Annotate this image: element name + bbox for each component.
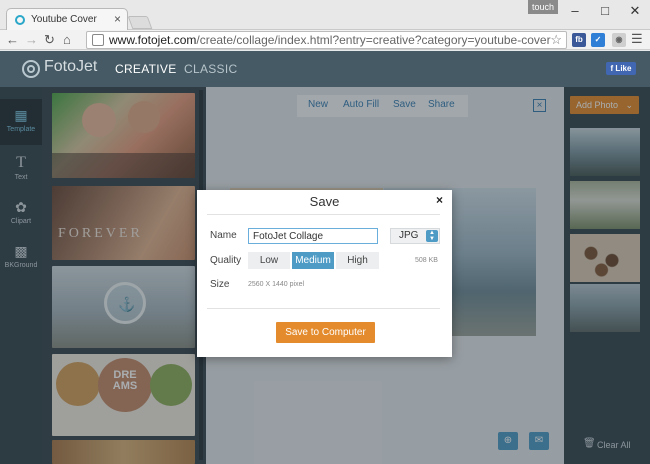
select-arrows-icon: ▲ ▼ — [426, 230, 438, 242]
tab-title: Youtube Cover — [31, 14, 97, 25]
divider — [207, 214, 440, 215]
file-size: 508 KB — [415, 257, 438, 264]
facebook-like-button[interactable]: f Like — [606, 62, 636, 75]
quality-medium-button[interactable]: Medium — [292, 252, 334, 269]
back-icon[interactable]: ← — [6, 32, 19, 47]
dialog-close-icon[interactable]: × — [436, 193, 443, 207]
quality-label: Quality — [210, 255, 242, 266]
bookmark-star-icon[interactable]: ☆ — [550, 32, 562, 48]
save-to-computer-button[interactable]: Save to Computer — [276, 322, 375, 343]
url-text: www.fotojet.com/create/collage/index.htm… — [109, 33, 551, 47]
shield-extension-icon[interactable]: ◉ — [612, 33, 626, 47]
size-label: Size — [210, 279, 230, 290]
maximize-button[interactable]: □ — [596, 3, 614, 18]
browser-tab[interactable]: Youtube Cover × — [6, 8, 128, 31]
close-window-button[interactable]: ✕ — [626, 3, 644, 19]
tab-close-icon[interactable]: × — [114, 12, 121, 26]
divider — [207, 308, 440, 309]
touch-badge: touch — [528, 0, 558, 14]
extension-icon[interactable]: ✓ — [591, 33, 605, 47]
fotojet-logo-icon — [22, 60, 40, 78]
new-tab-button[interactable] — [127, 16, 153, 29]
app-header — [0, 51, 650, 87]
app-logo[interactable]: FotoJet — [44, 58, 97, 76]
page-icon — [92, 34, 104, 46]
minimize-button[interactable]: – — [566, 3, 584, 18]
reload-icon[interactable]: ↻ — [44, 32, 55, 48]
name-label: Name — [210, 230, 237, 241]
save-dialog: Save × Name JPG ▲▼ Quality Low Medium Hi… — [197, 190, 452, 357]
home-icon[interactable]: ⌂ — [63, 32, 71, 47]
size-value: 2560 X 1440 pixel — [248, 281, 305, 288]
menu-icon[interactable]: ☰ — [631, 31, 643, 47]
format-select[interactable]: JPG ▲ ▼ — [390, 228, 440, 244]
quality-high-button[interactable]: High — [336, 252, 379, 269]
facebook-extension-icon[interactable]: fb — [572, 33, 586, 47]
quality-low-button[interactable]: Low — [248, 252, 290, 269]
nav-creative[interactable]: CREATIVE — [115, 62, 177, 76]
forward-icon[interactable]: → — [25, 32, 38, 47]
fotojet-favicon-icon — [15, 15, 25, 25]
format-value: JPG — [399, 230, 419, 241]
address-bar[interactable]: www.fotojet.com/create/collage/index.htm… — [86, 31, 567, 49]
browser-toolbar: ← → ↻ ⌂ www.fotojet.com/create/collage/i… — [0, 30, 650, 50]
nav-classic[interactable]: CLASSIC — [184, 62, 237, 76]
dialog-title: Save — [309, 194, 340, 209]
name-input[interactable] — [248, 228, 378, 244]
